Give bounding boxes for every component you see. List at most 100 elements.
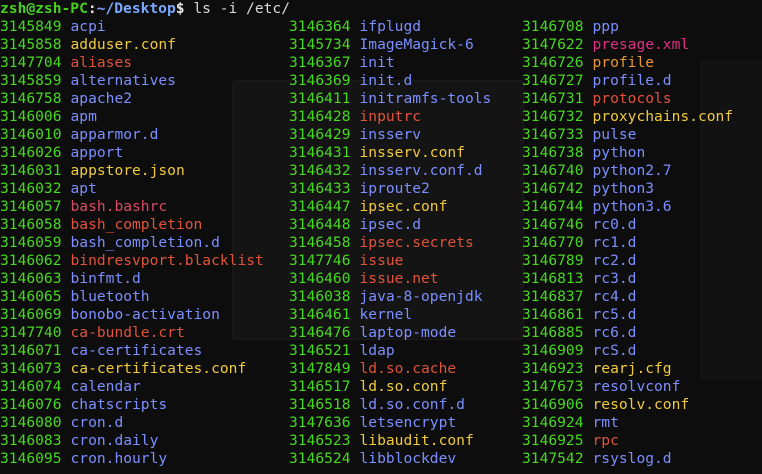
ls-entry: 3146032 apt bbox=[0, 180, 264, 198]
inode-number: 3147542 bbox=[522, 450, 584, 467]
file-name: adduser.conf bbox=[70, 36, 176, 53]
ls-entry: 3146744 python3.6 bbox=[522, 198, 733, 216]
ls-entry: 3146458 ipsec.secrets bbox=[289, 234, 491, 252]
inode-number: 3146813 bbox=[522, 270, 584, 287]
file-name: java-8-openjdk bbox=[359, 288, 483, 305]
inode-number: 3146431 bbox=[289, 144, 351, 161]
file-name: letsencrypt bbox=[359, 414, 457, 431]
file-name: rc2.d bbox=[592, 252, 637, 269]
inode-number: 3146727 bbox=[522, 72, 584, 89]
ls-entry: 3146083 cron.daily bbox=[0, 432, 264, 450]
ls-entry: 3146731 protocols bbox=[522, 90, 733, 108]
inode-number: 3147746 bbox=[289, 252, 351, 269]
file-name: ld.so.cache bbox=[359, 360, 457, 377]
file-name: apt bbox=[70, 180, 97, 197]
file-name: inputrc bbox=[359, 108, 422, 125]
file-name: ImageMagick-6 bbox=[359, 36, 474, 53]
ls-entry: 3146517 ld.so.conf bbox=[289, 378, 491, 396]
inode-number: 3146006 bbox=[0, 108, 62, 125]
ls-entry: 3146476 laptop-mode bbox=[289, 324, 491, 342]
prompt-user-host: zsh@zsh-PC bbox=[0, 0, 88, 17]
file-name: ld.so.conf bbox=[359, 378, 448, 395]
inode-number: 3146746 bbox=[522, 216, 584, 233]
ls-entry: 3146428 inputrc bbox=[289, 108, 491, 126]
ls-column-3: 3146708 ppp 3147622 presage.xml 3146726 profi… bbox=[522, 18, 733, 468]
ls-entry: 3146726 profile bbox=[522, 54, 733, 72]
file-name: apport bbox=[70, 144, 124, 161]
ls-entry: 3146885 rc6.d bbox=[522, 324, 733, 342]
inode-number: 3146433 bbox=[289, 180, 351, 197]
file-name: ppp bbox=[592, 18, 619, 35]
inode-number: 3146367 bbox=[289, 54, 351, 71]
ls-entry: 3146010 apparmor.d bbox=[0, 126, 264, 144]
inode-number: 3147740 bbox=[0, 324, 62, 341]
ls-entry: 3146031 appstore.json bbox=[0, 162, 264, 180]
file-name: rc1.d bbox=[592, 234, 637, 251]
inode-number: 3146758 bbox=[0, 90, 62, 107]
inode-number: 3146789 bbox=[522, 252, 584, 269]
file-name: rc0.d bbox=[592, 216, 637, 233]
file-name: profile.d bbox=[592, 72, 672, 89]
file-name: rc3.d bbox=[592, 270, 637, 287]
file-name: proxychains.conf bbox=[592, 108, 734, 125]
ls-entry: 3146431 insserv.conf bbox=[289, 144, 491, 162]
inode-number: 3146885 bbox=[522, 324, 584, 341]
inode-number: 3146461 bbox=[289, 306, 351, 323]
file-name: ca-bundle.crt bbox=[70, 324, 185, 341]
ls-entry: 3146906 resolv.conf bbox=[522, 396, 733, 414]
file-name: libblockdev bbox=[359, 450, 457, 467]
inode-number: 3146925 bbox=[522, 432, 584, 449]
ls-entry: 3146062 bindresvport.blacklist bbox=[0, 252, 264, 270]
ls-entry: 3145734 ImageMagick-6 bbox=[289, 36, 491, 54]
file-name: rsyslog.d bbox=[592, 450, 672, 467]
file-name: rmt bbox=[592, 414, 619, 431]
file-name: rc5.d bbox=[592, 306, 637, 323]
file-name: iproute2 bbox=[359, 180, 430, 197]
file-name: bonobo-activation bbox=[70, 306, 220, 323]
ls-entry: 3147849 ld.so.cache bbox=[289, 360, 491, 378]
shell-prompt-line: zsh@zsh-PC:~/Desktop$ ls -i /etc/ bbox=[0, 0, 290, 18]
file-name: kernel bbox=[359, 306, 413, 323]
ls-entry: 3146732 proxychains.conf bbox=[522, 108, 733, 126]
inode-number: 3146732 bbox=[522, 108, 584, 125]
file-name: acpi bbox=[70, 18, 106, 35]
ls-entry: 3146433 iproute2 bbox=[289, 180, 491, 198]
inode-number: 3147704 bbox=[0, 54, 62, 71]
file-name: init bbox=[359, 54, 395, 71]
inode-number: 3147673 bbox=[522, 378, 584, 395]
file-name: insserv bbox=[359, 126, 422, 143]
file-name: apparmor.d bbox=[70, 126, 159, 143]
ls-entry: 3146923 rearj.cfg bbox=[522, 360, 733, 378]
inode-number: 3146742 bbox=[522, 180, 584, 197]
inode-number: 3146460 bbox=[289, 270, 351, 287]
inode-number: 3146010 bbox=[0, 126, 62, 143]
ls-entry: 3146069 bonobo-activation bbox=[0, 306, 264, 324]
ls-column-2: 3146364 ifplugd 3145734 ImageMagick-6 314636… bbox=[289, 18, 491, 468]
file-name: apm bbox=[70, 108, 97, 125]
ls-entry: 3146925 rpc bbox=[522, 432, 733, 450]
inode-number: 3146432 bbox=[289, 162, 351, 179]
ls-entry: 3146523 libaudit.conf bbox=[289, 432, 491, 450]
inode-number: 3145734 bbox=[289, 36, 351, 53]
prompt-separator: : bbox=[87, 0, 97, 17]
inode-number: 3146032 bbox=[0, 180, 62, 197]
ls-entry: 3146837 rc4.d bbox=[522, 288, 733, 306]
file-name: init.d bbox=[359, 72, 413, 89]
file-name: apache2 bbox=[70, 90, 133, 107]
ls-entry: 3146074 calendar bbox=[0, 378, 264, 396]
file-name: profile bbox=[592, 54, 655, 71]
ls-entry: 3146733 pulse bbox=[522, 126, 733, 144]
ls-entry: 3146429 insserv bbox=[289, 126, 491, 144]
file-name: ld.so.conf.d bbox=[359, 396, 465, 413]
inode-number: 3146733 bbox=[522, 126, 584, 143]
inode-number: 3146924 bbox=[522, 414, 584, 431]
ls-entry: 3146432 insserv.conf.d bbox=[289, 162, 491, 180]
terminal-window[interactable]: zsh@zsh-PC:~/Desktop$ ls -i /etc/ 314584… bbox=[0, 0, 762, 474]
file-name: ipsec.secrets bbox=[359, 234, 474, 251]
file-name: ldap bbox=[359, 342, 395, 359]
ls-entry: 3146861 rc5.d bbox=[522, 306, 733, 324]
ls-entry: 3146026 apport bbox=[0, 144, 264, 162]
inode-number: 3146476 bbox=[289, 324, 351, 341]
inode-number: 3146923 bbox=[522, 360, 584, 377]
inode-number: 3147622 bbox=[522, 36, 584, 53]
